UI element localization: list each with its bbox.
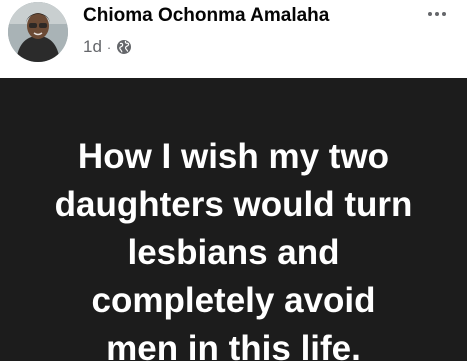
author-name[interactable]: Chioma Ochonma Amalaha xyxy=(83,5,329,27)
author-avatar[interactable] xyxy=(8,2,68,62)
more-options-icon xyxy=(428,12,446,16)
post-header: Chioma Ochonma Amalaha 1d · xyxy=(0,0,467,78)
post-status-text: How I wish my two daughters would turn l… xyxy=(54,137,413,361)
avatar-photo xyxy=(8,2,68,62)
globe-icon[interactable] xyxy=(116,39,132,55)
status-background-card: How I wish my two daughters would turn l… xyxy=(0,78,467,361)
post-meta: 1d · xyxy=(83,37,132,57)
meta-separator: · xyxy=(106,39,112,55)
more-options-button[interactable] xyxy=(419,2,455,26)
post-timestamp[interactable]: 1d xyxy=(83,37,102,57)
facebook-post: Chioma Ochonma Amalaha 1d · How I wish m… xyxy=(0,0,467,361)
